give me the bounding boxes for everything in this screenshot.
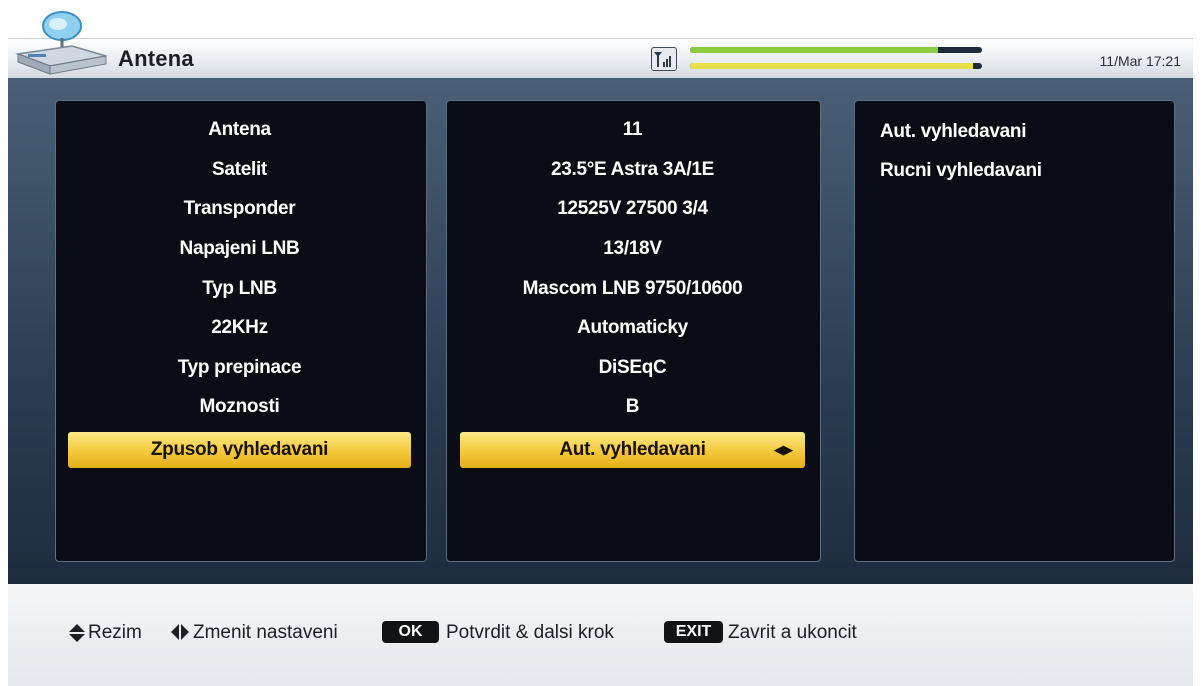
ok-key-badge: OK bbox=[382, 621, 439, 643]
clock: 11/Mar 17:21 bbox=[1099, 53, 1181, 69]
signal-strength-bar bbox=[690, 47, 982, 53]
signal-quality-bar bbox=[690, 63, 982, 69]
help-change-label: Zmenit nastaveni bbox=[193, 622, 338, 643]
help-exit-label: Zavrit a ukoncit bbox=[728, 622, 857, 643]
setting-value-zpusob-vyhledavani-text: Aut. vyhledavani bbox=[559, 439, 706, 460]
setting-label-napajeni-lnb[interactable]: Napajeni LNB bbox=[68, 231, 411, 267]
setting-value-napajeni-lnb[interactable]: 13/18V bbox=[460, 231, 805, 267]
setting-value-22khz[interactable]: Automaticky bbox=[460, 310, 805, 346]
setting-label-typ-lnb[interactable]: Typ LNB bbox=[68, 271, 411, 307]
setting-label-zpusob-vyhledavani[interactable]: Zpusob vyhledavani bbox=[68, 432, 411, 468]
page-title: Antena bbox=[118, 46, 194, 71]
option-aut-vyhledavani[interactable]: Aut. vyhledavani bbox=[880, 121, 1027, 143]
setting-value-zpusob-vyhledavani[interactable]: Aut. vyhledavani ◀▶ bbox=[460, 432, 805, 468]
signal-strength-fill bbox=[690, 47, 939, 53]
setting-label-typ-prepinace[interactable]: Typ prepinace bbox=[68, 350, 411, 386]
exit-key-badge: EXIT bbox=[664, 621, 723, 643]
help-ok-label: Potvrdit & dalsi krok bbox=[446, 622, 614, 643]
setting-value-moznosti[interactable]: B bbox=[460, 389, 805, 425]
setting-value-satelit[interactable]: 23.5°E Astra 3A/1E bbox=[460, 152, 805, 188]
setting-value-transponder[interactable]: 12525V 27500 3/4 bbox=[460, 191, 805, 227]
setting-label-22khz[interactable]: 22KHz bbox=[68, 310, 411, 346]
setting-label-transponder[interactable]: Transponder bbox=[68, 191, 411, 227]
setting-label-moznosti[interactable]: Moznosti bbox=[68, 389, 411, 425]
option-rucni-vyhledavani[interactable]: Rucni vyhledavani bbox=[880, 160, 1042, 182]
up-down-arrows-icon bbox=[68, 623, 86, 647]
left-right-arrows-icon: ◀▶ bbox=[773, 442, 794, 457]
setting-value-typ-prepinace[interactable]: DiSEqC bbox=[460, 350, 805, 386]
signal-quality-fill bbox=[690, 63, 974, 69]
left-right-arrows-icon bbox=[170, 623, 190, 645]
setting-value-antena[interactable]: 11 bbox=[460, 112, 805, 148]
setting-label-satelit[interactable]: Satelit bbox=[68, 152, 411, 188]
help-mode-label: Rezim bbox=[88, 622, 142, 643]
setting-label-antena[interactable]: Antena bbox=[68, 112, 411, 148]
antenna-signal-icon bbox=[651, 47, 677, 71]
setting-value-typ-lnb[interactable]: Mascom LNB 9750/10600 bbox=[460, 271, 805, 307]
satellite-dish-icon bbox=[15, 11, 107, 75]
